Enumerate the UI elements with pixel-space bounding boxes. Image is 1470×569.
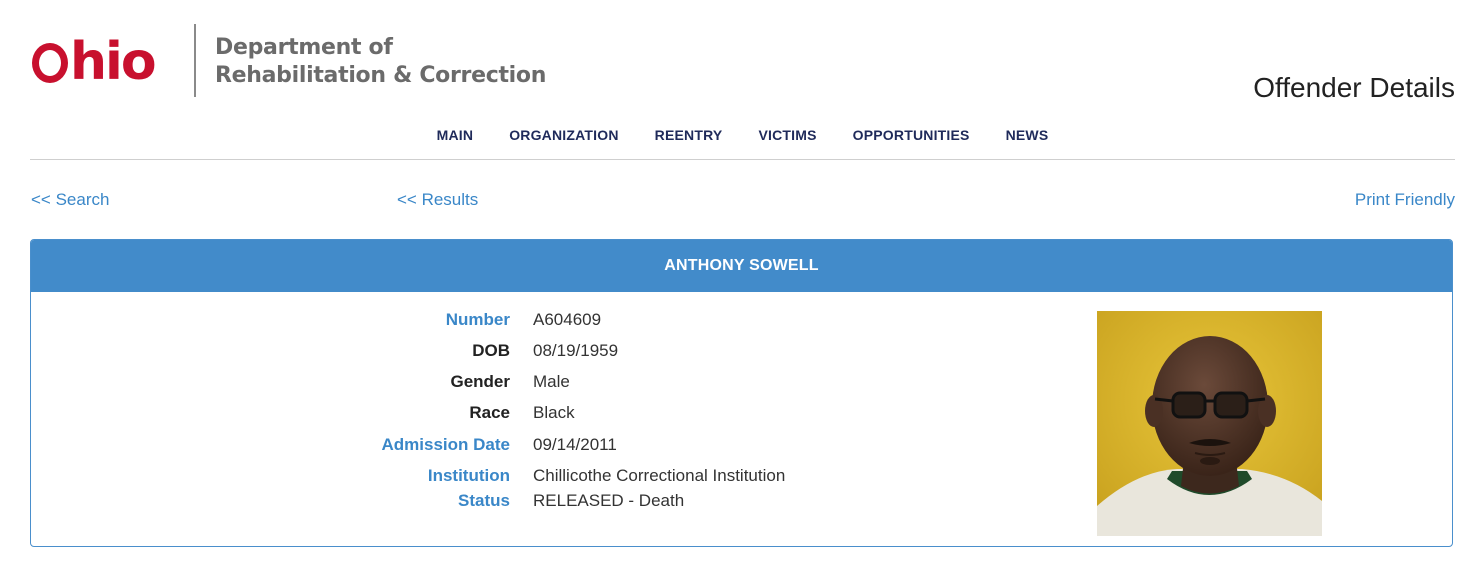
detail-row-gender: Gender Male — [31, 372, 931, 400]
detail-row-admission-date: Admission Date 09/14/2011 — [31, 435, 931, 463]
department-name: Department of Rehabilitation & Correctio… — [215, 34, 546, 90]
detail-row-number: Number A604609 — [31, 310, 931, 338]
offender-photo-image — [1097, 311, 1322, 536]
department-line-2: Rehabilitation & Correction — [215, 63, 547, 88]
detail-label: Race — [469, 403, 510, 422]
detail-row-status: Status RELEASED - Death — [31, 491, 931, 519]
print-friendly-link[interactable]: Print Friendly — [1355, 190, 1455, 210]
nav-item-opportunities[interactable]: OPPORTUNITIES — [835, 120, 988, 158]
detail-row-institution: Institution Chillicothe Correctional Ins… — [31, 466, 931, 494]
nav-divider — [30, 159, 1455, 160]
detail-label: Status — [458, 491, 510, 510]
ohio-wordmark: hio — [32, 32, 157, 92]
detail-value: 08/19/1959 — [533, 341, 619, 360]
back-to-search-link[interactable]: << Search — [31, 190, 109, 210]
offender-name-header: ANTHONY SOWELL — [31, 240, 1452, 292]
detail-label: Number — [445, 310, 510, 329]
logo-divider — [194, 24, 196, 97]
detail-row-race: Race Black — [31, 403, 931, 431]
detail-value: Chillicothe Correctional Institution — [533, 466, 786, 485]
detail-value: 09/14/2011 — [533, 435, 617, 454]
nav-item-victims[interactable]: VICTIMS — [740, 120, 834, 158]
ohio-logo[interactable]: hio — [32, 24, 157, 100]
detail-label: Gender — [450, 372, 510, 391]
offender-panel: ANTHONY SOWELL Number A604609 DOB 08/19/… — [30, 239, 1453, 547]
department-line-1: Department of — [215, 35, 393, 60]
detail-label: DOB — [472, 341, 510, 360]
detail-value: RELEASED - Death — [533, 491, 685, 510]
detail-value: Male — [533, 372, 570, 391]
page-title: Offender Details — [1253, 72, 1455, 103]
detail-value: A604609 — [533, 310, 602, 329]
main-nav: MAIN ORGANIZATION REENTRY VICTIMS OPPORT… — [30, 120, 1455, 158]
back-to-results-link[interactable]: << Results — [397, 190, 478, 210]
ohio-wordmark-text: hio — [70, 32, 157, 92]
nav-item-reentry[interactable]: REENTRY — [637, 120, 741, 158]
nav-item-main[interactable]: MAIN — [419, 120, 492, 158]
nav-item-news[interactable]: NEWS — [988, 120, 1067, 158]
nav-item-organization[interactable]: ORGANIZATION — [491, 120, 636, 158]
detail-label: Admission Date — [381, 435, 510, 454]
detail-value: Black — [533, 403, 575, 422]
offender-photo — [1097, 311, 1322, 536]
ohio-logo-o-icon — [32, 43, 68, 83]
detail-row-dob: DOB 08/19/1959 — [31, 341, 931, 369]
detail-label: Institution — [427, 466, 510, 485]
